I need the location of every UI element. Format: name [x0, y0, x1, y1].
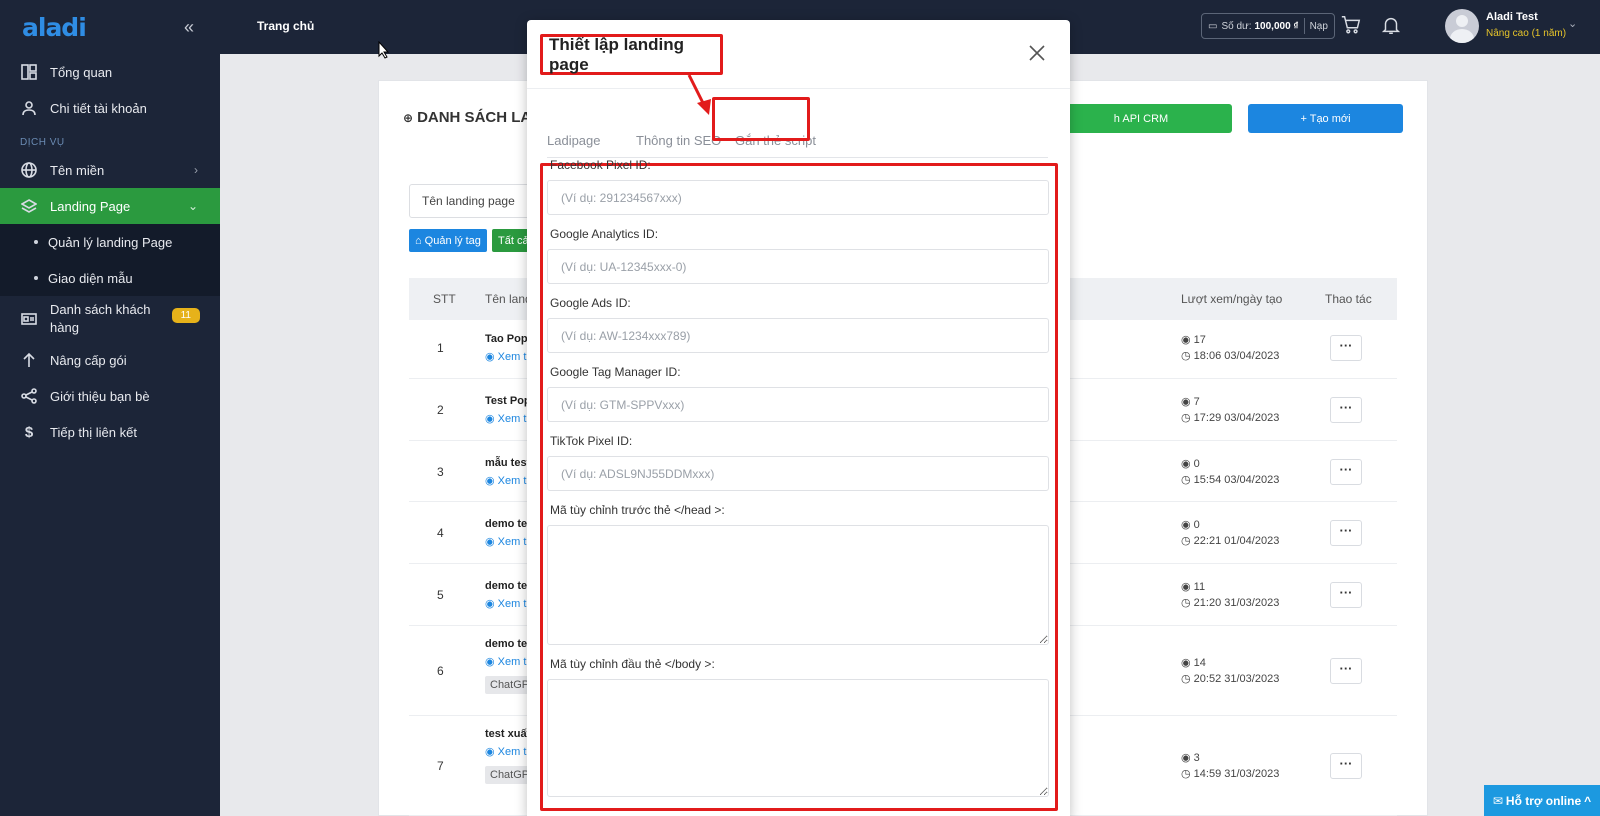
tiktok-pixel-label: TikTok Pixel ID:	[550, 434, 633, 448]
sidebar-item-label: Danh sách khách hàng	[50, 302, 151, 335]
logo[interactable]: aladi	[22, 13, 87, 42]
head-code-textarea[interactable]	[547, 525, 1049, 645]
sidebar-item-domain[interactable]: Tên miền ›	[0, 152, 220, 188]
title-highlight: Thiết lập landing page	[540, 34, 723, 75]
support-online-button[interactable]: ✉ Hỗ trợ online ^	[1484, 785, 1600, 816]
user-name[interactable]: Aladi Test	[1486, 11, 1538, 23]
sidebar-item-referral[interactable]: Giới thiệu bạn bè	[0, 378, 220, 414]
arrow-up-icon	[20, 351, 38, 369]
wallet-icon: ▭	[1208, 20, 1218, 32]
tab-ladipage[interactable]: Ladipage	[547, 133, 601, 148]
layers-icon	[20, 197, 38, 215]
share-icon	[20, 387, 38, 405]
logo-row: aladi «	[0, 0, 220, 54]
divider	[527, 88, 1070, 89]
user-icon	[20, 99, 38, 117]
sidebar-item-landing-page[interactable]: Landing Page ⌄	[0, 188, 220, 224]
sidebar-item-label: Tiếp thị liên kết	[50, 424, 137, 440]
sidebar: aladi « Tổng quan Chi tiết tài khoản DỊC…	[0, 0, 220, 816]
divider	[1303, 18, 1305, 34]
chevron-down-icon: ⌄	[187, 199, 198, 213]
globe-icon	[20, 161, 38, 179]
tiktok-pixel-input[interactable]	[547, 456, 1049, 491]
google-analytics-label: Google Analytics ID:	[550, 227, 659, 241]
close-icon[interactable]	[1028, 44, 1046, 62]
chevron-up-icon: ^	[1584, 793, 1592, 808]
double-chevron-left-icon[interactable]: «	[184, 17, 194, 38]
body-code-label: Mã tùy chỉnh đầu thẻ </body >:	[550, 657, 715, 671]
sidebar-section-label: DỊCH VỤ	[20, 137, 65, 148]
tab-highlight	[712, 97, 810, 141]
sidebar-subitem-label: Quản lý landing Page	[48, 234, 173, 250]
sidebar-item-overview[interactable]: Tổng quan	[0, 54, 220, 90]
gtm-input[interactable]	[547, 387, 1049, 422]
sidebar-item-account[interactable]: Chi tiết tài khoản	[0, 90, 220, 126]
sidebar-subitem-manage[interactable]: Quản lý landing Page	[0, 224, 220, 260]
sidebar-subitem-label: Giao diện mẫu	[48, 270, 133, 286]
sidebar-item-label: Landing Page	[50, 198, 131, 214]
home-link[interactable]: Trang chủ	[257, 19, 314, 33]
sidebar-item-label: Tên miền	[50, 162, 105, 178]
dollar-icon: $	[24, 423, 34, 441]
google-ads-label: Google Ads ID:	[550, 296, 631, 310]
bullet	[34, 240, 38, 244]
gtm-label: Google Tag Manager ID:	[550, 365, 681, 379]
balance-value: 100,000 ₫	[1254, 20, 1299, 32]
user-plan: Nâng cao (1 năm)	[1486, 28, 1567, 39]
modal-title: Thiết lập landing page	[549, 34, 685, 74]
count-badge: 11	[171, 308, 200, 323]
tab-seo[interactable]: Thông tin SEO	[636, 133, 721, 148]
topup-button[interactable]: Nạp	[1310, 21, 1328, 32]
sidebar-item-label: Nâng cấp gói	[50, 352, 127, 368]
sidebar-item-label: Tổng quan	[50, 64, 113, 80]
sidebar-item-label: Giới thiệu bạn bè	[50, 388, 150, 404]
chat-icon: ✉	[1492, 793, 1503, 808]
body-code-textarea[interactable]	[547, 679, 1049, 797]
head-code-label: Mã tùy chỉnh trước thẻ </head >:	[550, 503, 725, 517]
cart-icon[interactable]	[1340, 14, 1364, 38]
bullet	[34, 276, 38, 280]
chevron-right-icon: ›	[194, 163, 198, 177]
chevron-down-icon[interactable]: ⌄	[1568, 17, 1577, 30]
sidebar-item-affiliate[interactable]: $ Tiếp thị liên kết	[0, 414, 220, 450]
support-label: Hỗ trợ online	[1505, 793, 1582, 808]
bell-icon[interactable]	[1380, 14, 1404, 38]
dashboard-icon	[20, 63, 38, 81]
sidebar-item-label: Chi tiết tài khoản	[50, 100, 147, 116]
avatar[interactable]	[1445, 9, 1479, 43]
balance-widget[interactable]: ▭ Số dư: 100,000 ₫ Nạp	[1201, 13, 1335, 39]
facebook-pixel-label: Facebook Pixel ID:	[550, 158, 651, 172]
landing-settings-modal: Thiết lập landing page Ladipage Thông ti…	[527, 20, 1070, 816]
sidebar-item-upgrade[interactable]: Nâng cấp gói	[0, 342, 220, 378]
facebook-pixel-input[interactable]	[547, 180, 1049, 215]
google-analytics-input[interactable]	[547, 249, 1049, 284]
sidebar-subitem-templates[interactable]: Giao diện mẫu	[0, 260, 220, 296]
balance-label: Số dư:	[1221, 20, 1252, 32]
mouse-cursor	[378, 41, 390, 59]
id-card-icon	[20, 310, 38, 328]
google-ads-input[interactable]	[547, 318, 1049, 353]
sidebar-item-customers[interactable]: Danh sách khách hàng 11	[0, 296, 220, 342]
